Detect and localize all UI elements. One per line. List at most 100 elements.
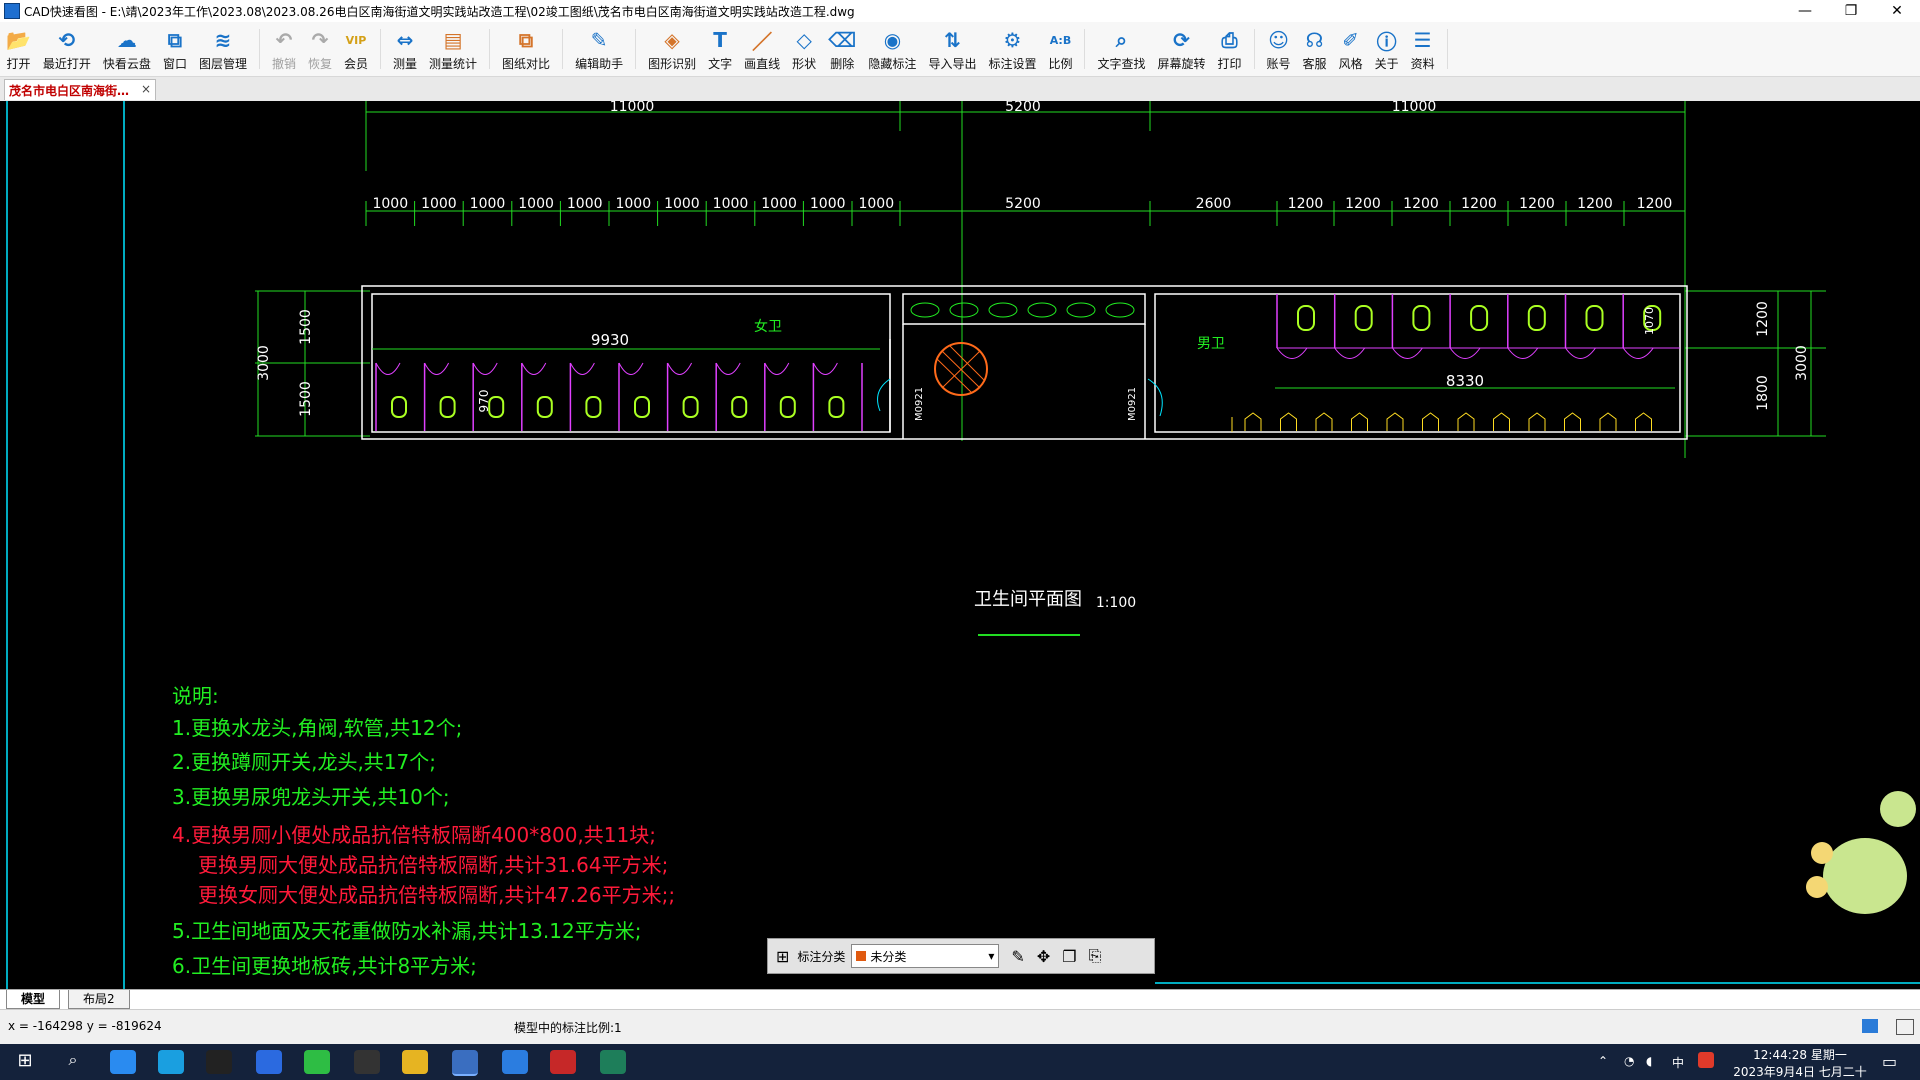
minimize-button[interactable]: — bbox=[1782, 3, 1828, 19]
toolbar-button-annotation-settings[interactable]: ⚙ 标注设置 bbox=[982, 22, 1042, 76]
toolbar-button-cloud[interactable]: ☁ 快看云盘 bbox=[97, 22, 157, 76]
toolbar-button-print[interactable]: ⎙ 打印 bbox=[1212, 22, 1248, 76]
toolbar-label: 资料 bbox=[1410, 57, 1435, 71]
kugou-icon[interactable] bbox=[256, 1050, 282, 1074]
toolbar-label: 最近打开 bbox=[42, 57, 91, 71]
app-icon bbox=[4, 3, 20, 19]
stall-door-swing bbox=[667, 362, 693, 375]
account-icon: ☺ bbox=[1268, 28, 1289, 52]
wechat-icon[interactable] bbox=[304, 1050, 330, 1074]
status-toggle-icon[interactable] bbox=[1862, 1019, 1878, 1033]
hide-annotation-icon: ◉ bbox=[883, 28, 902, 52]
cloud-icon: ☁ bbox=[116, 28, 137, 52]
toolbar-button-screen-rotate[interactable]: ⟳ 屏幕旋转 bbox=[1152, 22, 1212, 76]
scale-icon: A:B bbox=[1049, 33, 1072, 47]
toolbar-button-headset[interactable]: ☊ 客服 bbox=[1297, 22, 1333, 76]
toolbar-button-layers[interactable]: ≋ 图层管理 bbox=[193, 22, 253, 76]
move-icon[interactable]: ✥ bbox=[1037, 947, 1050, 966]
tab-model[interactable]: 模型 bbox=[6, 990, 61, 1009]
document-tab[interactable]: 茂名市电白区南海街… × bbox=[4, 79, 156, 100]
annotation-category-select[interactable]: 未分类 ▾ bbox=[851, 944, 1000, 968]
note-line: 6.卫生间更换地板砖,共计8平方米; bbox=[172, 954, 477, 978]
network-icon[interactable]: ◔ bbox=[1624, 1054, 1634, 1068]
toolbar-button-hide-annotation[interactable]: ◉ 隐藏标注 bbox=[862, 22, 922, 76]
toolbar-button-compare[interactable]: ⧉ 图纸对比 bbox=[496, 22, 556, 76]
toolbar-button-line[interactable]: ／ 画直线 bbox=[738, 22, 786, 76]
tray-chevron-icon[interactable]: ⌃ bbox=[1598, 1054, 1608, 1068]
toolbar-button-redo[interactable]: ↷ 恢复 bbox=[302, 22, 338, 76]
toilet-icon bbox=[682, 396, 699, 418]
remote-app-icon[interactable] bbox=[600, 1050, 626, 1074]
file-explorer-icon[interactable] bbox=[402, 1050, 428, 1074]
toolbar-button-style[interactable]: ✐ 风格 bbox=[1333, 22, 1369, 76]
note-line: 4.更换男厕小便处成品抗倍特板隔断400*800,共11块; bbox=[172, 823, 656, 847]
paste-icon[interactable]: ⎘ bbox=[1089, 946, 1102, 966]
autocad-icon[interactable] bbox=[550, 1050, 576, 1074]
edge-icon[interactable] bbox=[158, 1050, 184, 1074]
stall-door-swing bbox=[1391, 347, 1423, 359]
toolbar-label: 撤销 bbox=[271, 57, 296, 71]
notification-icon[interactable]: ▭ bbox=[1882, 1052, 1897, 1071]
annotation-category-label: 标注分类 bbox=[797, 949, 846, 964]
close-tab-icon[interactable]: × bbox=[141, 82, 151, 96]
toolbar-button-window[interactable]: ⧉ 窗口 bbox=[157, 22, 193, 76]
toolbar-button-undo[interactable]: ↶ 撤销 bbox=[266, 22, 302, 76]
fullscreen-icon[interactable] bbox=[1896, 1019, 1914, 1035]
toolbar-button-import-export[interactable]: ⇅ 导入导出 bbox=[922, 22, 982, 76]
toolbar-button-shape-recognize[interactable]: ◈ 图形识别 bbox=[642, 22, 702, 76]
toolbar-button-eraser[interactable]: ⌫ 删除 bbox=[822, 22, 862, 76]
style-icon: ✐ bbox=[1342, 28, 1359, 52]
toolbar-label: 关于 bbox=[1374, 57, 1399, 71]
windows-start-icon[interactable]: ⊞ bbox=[12, 1050, 38, 1074]
toilet-icon bbox=[731, 396, 748, 418]
toolbar-button-text-search[interactable]: ⌕ 文字查找 bbox=[1091, 22, 1151, 76]
toolbar-button-measure-stats[interactable]: ▤ 测量统计 bbox=[423, 22, 483, 76]
edit-icon[interactable]: ✎ bbox=[1011, 947, 1024, 966]
restore-button[interactable]: ❐ bbox=[1828, 3, 1874, 19]
urinal-icon bbox=[1351, 412, 1368, 431]
close-button[interactable]: ✕ bbox=[1874, 3, 1920, 19]
mascot-icon[interactable] bbox=[1806, 791, 1916, 914]
info-icon: ⓘ bbox=[1376, 29, 1397, 54]
toolbar-button-vip[interactable]: VIP 会员 bbox=[338, 22, 374, 76]
dim-women-9: 1000 bbox=[810, 196, 846, 212]
toolbar-button-docs[interactable]: ☰ 资料 bbox=[1405, 22, 1441, 76]
clock-time[interactable]: 12:44:28 星期一 bbox=[1730, 1046, 1870, 1063]
toolbar-button-info[interactable]: ⓘ 关于 bbox=[1369, 22, 1405, 76]
measure-stats-icon: ▤ bbox=[443, 28, 463, 52]
urinals bbox=[1231, 412, 1652, 432]
toolbar-separator bbox=[1253, 29, 1255, 69]
dim-women-5: 1000 bbox=[615, 196, 651, 212]
toolbar-button-shape[interactable]: ◇ 形状 bbox=[786, 22, 822, 76]
tab-layout2[interactable]: 布局2 bbox=[68, 990, 130, 1009]
sogou-icon[interactable] bbox=[1698, 1052, 1714, 1068]
drawing-canvas[interactable]: 11000 5200 11000 1000 1000 1000 1000 1000 100… bbox=[0, 99, 1920, 989]
toolbar-button-folder-open[interactable]: 📂 打开 bbox=[0, 22, 37, 76]
toolbar-label: 文字 bbox=[708, 57, 733, 71]
toolbar-separator bbox=[489, 29, 491, 69]
toolbar-button-recent[interactable]: ⟲ 最近打开 bbox=[37, 22, 97, 76]
grid-icon[interactable]: ⊞ bbox=[776, 947, 789, 966]
search-icon[interactable]: ⌕ bbox=[60, 1050, 86, 1074]
toolbar-button-scale[interactable]: A:B 比例 bbox=[1042, 22, 1078, 76]
toolbar-button-measure[interactable]: ⇔ 测量 bbox=[387, 22, 423, 76]
qq-icon[interactable] bbox=[206, 1050, 232, 1074]
toilet-icon bbox=[779, 396, 796, 418]
clock-date[interactable]: 2023年9月4日 七月二十 bbox=[1730, 1063, 1870, 1080]
toolbar-button-edit-assistant[interactable]: ✎ 编辑助手 bbox=[569, 22, 629, 76]
preview-app-icon[interactable] bbox=[502, 1050, 528, 1074]
dim-left-upper: 1500 bbox=[298, 309, 314, 345]
volume-icon[interactable]: ◖ bbox=[1646, 1054, 1652, 1068]
stall-door-swing bbox=[812, 362, 838, 375]
wps-icon[interactable] bbox=[354, 1050, 380, 1074]
cad-viewer-icon[interactable] bbox=[452, 1050, 478, 1076]
building-walls bbox=[361, 285, 1688, 440]
ime-indicator[interactable]: 中 bbox=[1672, 1054, 1684, 1071]
note-line: 2.更换蹲厕开关,龙头,共17个; bbox=[172, 750, 436, 774]
dim-women-2: 1000 bbox=[470, 196, 506, 212]
toolbar-button-text[interactable]: T 文字 bbox=[702, 22, 738, 76]
toolbar-button-account[interactable]: ☺ 账号 bbox=[1261, 22, 1297, 76]
copy-icon[interactable]: ❐ bbox=[1062, 947, 1076, 966]
stall-door-swing bbox=[618, 362, 644, 375]
taskbar-app-icon[interactable] bbox=[110, 1050, 136, 1074]
